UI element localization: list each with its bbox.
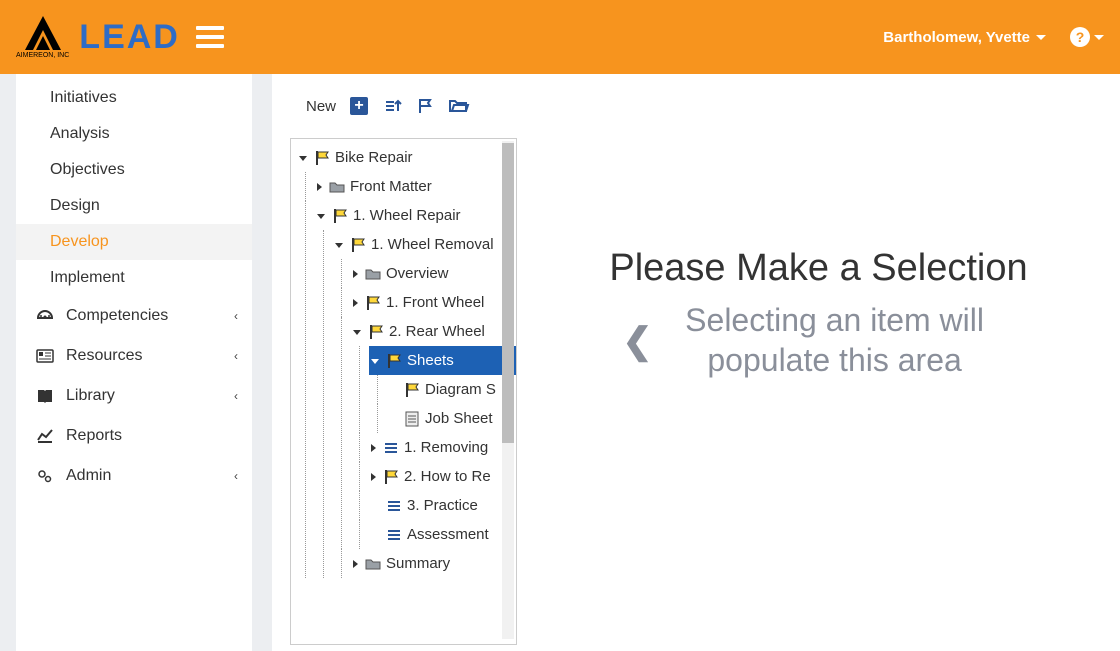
tree-node-summary[interactable]: Summary xyxy=(351,549,516,578)
chevron-left-icon: ❮ xyxy=(622,318,652,363)
expand-icon[interactable] xyxy=(371,473,376,481)
flag-yellow-icon xyxy=(403,382,421,398)
gears-icon xyxy=(36,468,56,484)
nav-competencies[interactable]: Competencies ‹ xyxy=(16,296,252,336)
list-icon xyxy=(385,498,403,514)
expand-icon[interactable] xyxy=(353,560,358,568)
app-header: AIMEREON, INC LEAD Bartholomew, Yvette ? xyxy=(0,0,1120,74)
menu-toggle-icon[interactable] xyxy=(196,26,224,48)
brand-text: LEAD xyxy=(79,18,178,57)
sidebar-item-analysis[interactable]: Analysis xyxy=(16,116,252,152)
chevron-left-icon: ‹ xyxy=(234,309,238,323)
folder-icon xyxy=(328,179,346,195)
flag-yellow-icon xyxy=(313,150,331,166)
expand-icon[interactable] xyxy=(317,183,322,191)
tree-node-wheel-removal[interactable]: 1. Wheel Removal xyxy=(333,230,516,259)
brand-logo[interactable]: AIMEREON, INC LEAD xyxy=(16,16,178,59)
doc-icon xyxy=(403,411,421,427)
tree-node-rear-wheel[interactable]: 2. Rear Wheel xyxy=(351,317,516,346)
book-icon xyxy=(36,388,56,404)
user-menu[interactable]: Bartholomew, Yvette xyxy=(883,29,1046,46)
folder-open-icon[interactable] xyxy=(448,97,470,115)
nav-admin[interactable]: Admin ‹ xyxy=(16,456,252,496)
toolbar-new-label: New xyxy=(306,98,336,115)
gauge-icon xyxy=(36,308,56,324)
folder-icon xyxy=(364,266,382,282)
tree-node-assessment[interactable]: Assessment xyxy=(369,520,516,549)
tree-node-removing[interactable]: 1. Removing xyxy=(369,433,516,462)
sidebar: Initiatives Analysis Objectives Design D… xyxy=(16,74,252,651)
tree-node-front-matter[interactable]: Front Matter xyxy=(315,172,516,201)
detail-panel: Please Make a Selection ❮ Selecting an i… xyxy=(517,92,1120,651)
nav-label: Resources xyxy=(66,347,142,365)
nav-label: Competencies xyxy=(66,307,168,325)
chevron-left-icon: ‹ xyxy=(234,389,238,403)
news-icon xyxy=(36,348,56,364)
nav-library[interactable]: Library ‹ xyxy=(16,376,252,416)
empty-state-hint: ❮ Selecting an item will populate this a… xyxy=(622,300,1014,380)
add-button[interactable]: + xyxy=(350,97,368,115)
nav-label: Admin xyxy=(66,467,111,485)
scrollbar-thumb[interactable] xyxy=(502,143,514,443)
sidebar-item-design[interactable]: Design xyxy=(16,188,252,224)
caret-down-icon xyxy=(1036,35,1046,40)
brand-mark-icon: AIMEREON, INC xyxy=(16,16,69,59)
tree-node-bike-repair[interactable]: Bike Repair xyxy=(297,143,516,172)
caret-down-icon xyxy=(1094,35,1104,40)
tree-node-wheel-repair[interactable]: 1. Wheel Repair xyxy=(315,201,516,230)
expand-icon[interactable] xyxy=(335,243,343,248)
tree-node-diagram-sheet[interactable]: Diagram S xyxy=(387,375,516,404)
expand-icon[interactable] xyxy=(353,299,358,307)
nav-resources[interactable]: Resources ‹ xyxy=(16,336,252,376)
flag-yellow-icon xyxy=(349,237,367,253)
flag-icon[interactable] xyxy=(416,97,434,115)
tree-node-practice[interactable]: 3. Practice xyxy=(369,491,516,520)
sidebar-item-initiatives[interactable]: Initiatives xyxy=(16,80,252,116)
list-icon xyxy=(382,440,400,456)
sidebar-item-objectives[interactable]: Objectives xyxy=(16,152,252,188)
expand-icon[interactable] xyxy=(299,156,307,161)
nav-reports[interactable]: Reports xyxy=(16,416,252,456)
help-menu[interactable]: ? xyxy=(1070,27,1104,47)
help-icon: ? xyxy=(1070,27,1090,47)
sidebar-item-implement[interactable]: Implement xyxy=(16,260,252,296)
main-panel: New + Bike Re xyxy=(272,74,1120,651)
nav-label: Library xyxy=(66,387,115,405)
tree-toolbar: New + xyxy=(272,92,517,120)
expand-icon[interactable] xyxy=(353,270,358,278)
list-icon xyxy=(385,527,403,543)
tree-node-sheets[interactable]: Sheets xyxy=(369,346,516,375)
expand-icon[interactable] xyxy=(353,330,361,335)
expand-icon[interactable] xyxy=(317,214,325,219)
chevron-left-icon: ‹ xyxy=(234,349,238,363)
sidebar-item-develop[interactable]: Develop xyxy=(16,224,252,260)
tree-node-overview[interactable]: Overview xyxy=(351,259,516,288)
flag-yellow-icon xyxy=(364,295,382,311)
user-name: Bartholomew, Yvette xyxy=(883,29,1030,46)
expand-icon[interactable] xyxy=(371,444,376,452)
flag-yellow-icon xyxy=(385,353,403,369)
tree-node-job-sheet[interactable]: Job Sheet xyxy=(387,404,516,433)
sort-icon[interactable] xyxy=(382,97,402,115)
flag-yellow-icon xyxy=(367,324,385,340)
flag-yellow-icon xyxy=(382,469,400,485)
tree-node-front-wheel[interactable]: 1. Front Wheel xyxy=(351,288,516,317)
tree-node-how-to-re[interactable]: 2. How to Re xyxy=(369,462,516,491)
chevron-left-icon: ‹ xyxy=(234,469,238,483)
empty-state-title: Please Make a Selection xyxy=(609,247,1027,290)
flag-yellow-icon xyxy=(331,208,349,224)
chart-icon xyxy=(36,428,56,444)
folder-icon xyxy=(364,556,382,572)
tree-scrollbar[interactable] xyxy=(502,141,514,639)
content-tree: Bike Repair Front Matter xyxy=(290,138,517,645)
expand-icon[interactable] xyxy=(371,359,379,364)
nav-label: Reports xyxy=(66,427,122,445)
